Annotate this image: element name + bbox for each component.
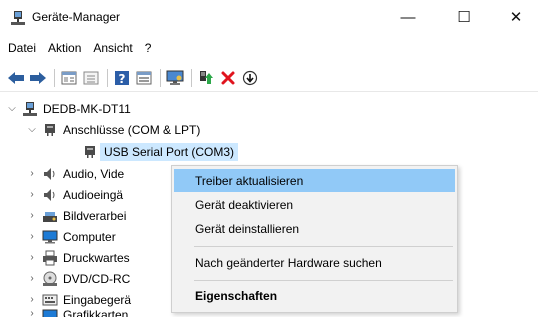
chevron-down-icon[interactable]: ⌵ [6, 103, 18, 114]
tree-item-computer[interactable]: › Computer [26, 226, 116, 247]
port-icon [42, 122, 58, 138]
menu-bar: Datei Aktion Ansicht ? [0, 38, 157, 60]
monitor-icon[interactable] [165, 68, 185, 88]
tree-item-label: USB Serial Port (COM3) [100, 142, 239, 161]
menu-separator [194, 280, 453, 281]
tree-item-usb-serial-port[interactable]: USB Serial Port (COM3) [72, 141, 239, 162]
tree-item-label: Computer [63, 229, 116, 244]
chevron-right-icon[interactable]: › [26, 231, 38, 242]
menu-datei[interactable]: Datei [0, 38, 42, 60]
display-adapter-icon [42, 308, 58, 317]
tree-item-print-queues[interactable]: › Druckwartes [26, 247, 130, 268]
toolbar-separator [160, 68, 161, 87]
tree-item-graphics[interactable]: › Grafikkarten [26, 308, 128, 317]
show-hide-tree-icon[interactable] [81, 68, 101, 88]
tree-item-label: Audio, Vide [63, 166, 125, 181]
tree-item-label: Eingabegerä [63, 292, 132, 307]
tree-item-input-devices[interactable]: › Eingabegerä [26, 289, 131, 310]
view-icon[interactable] [134, 68, 154, 88]
menu-ansicht[interactable]: Ansicht [87, 38, 138, 60]
device-manager-icon [10, 10, 26, 26]
uninstall-icon[interactable] [218, 68, 238, 88]
camera-icon [42, 208, 58, 224]
tree-item-label: Druckwartes [63, 250, 130, 265]
menu-item-scan-hardware[interactable]: Nach geänderter Hardware suchen [174, 251, 455, 274]
maximize-button[interactable]: ☐ [444, 4, 484, 30]
chevron-right-icon[interactable]: › [26, 294, 38, 305]
help-icon[interactable]: ? [112, 68, 132, 88]
toolbar-separator [107, 68, 108, 87]
properties-icon[interactable] [59, 68, 79, 88]
tree-root-label: DEDB-MK-DT11 [43, 101, 131, 116]
speaker-icon [42, 187, 58, 203]
computer-tower-icon [22, 101, 38, 117]
tree-item-label: Audioeingä [63, 187, 124, 202]
menu-separator [194, 246, 453, 247]
update-driver-icon[interactable] [196, 68, 216, 88]
tree-item-audio-input[interactable]: › Audioeingä [26, 184, 123, 205]
tree-item-label: Bildverarbei [63, 208, 127, 223]
menu-item-update-driver[interactable]: Treiber aktualisieren [174, 169, 455, 192]
window-title: Geräte-Manager [32, 10, 121, 24]
tree-root[interactable]: ⌵ DEDB-MK-DT11 [6, 98, 131, 119]
menu-item-uninstall-device[interactable]: Gerät deinstallieren [174, 217, 455, 240]
minimize-button[interactable]: — [388, 4, 428, 30]
chevron-right-icon[interactable]: › [26, 273, 38, 284]
tree-item-label: Anschlüsse (COM & LPT) [63, 122, 201, 137]
toolbar-separator [191, 68, 192, 87]
tree-item-imaging[interactable]: › Bildverarbei [26, 205, 126, 226]
menu-item-properties[interactable]: Eigenschaften [174, 284, 455, 307]
chevron-right-icon[interactable]: › [26, 189, 38, 200]
tree-item-label: DVD/CD-RC [63, 271, 131, 286]
toolbar: ? [0, 64, 538, 92]
title-bar: Geräte-Manager — ☐ ✕ [0, 0, 538, 34]
printer-icon [42, 250, 58, 266]
monitor-icon [42, 229, 58, 245]
toolbar-separator [54, 68, 55, 87]
keyboard-icon [42, 292, 58, 308]
tree-item-ports[interactable]: ⌵ Anschlüsse (COM & LPT) [26, 119, 200, 140]
chevron-right-icon[interactable]: › [26, 308, 38, 317]
tree-item-audio-video[interactable]: › Audio, Vide [26, 163, 124, 184]
context-menu: Treiber aktualisieren Gerät deaktivieren… [171, 165, 458, 313]
chevron-right-icon[interactable]: › [26, 252, 38, 263]
disc-drive-icon [42, 271, 58, 287]
chevron-down-icon[interactable]: ⌵ [26, 124, 38, 135]
close-button[interactable]: ✕ [496, 4, 536, 30]
svg-text:?: ? [119, 72, 126, 86]
menu-aktion[interactable]: Aktion [42, 38, 87, 60]
speaker-icon [42, 166, 58, 182]
forward-arrow-icon[interactable] [28, 68, 48, 88]
chevron-right-icon[interactable]: › [26, 210, 38, 221]
menu-item-disable-device[interactable]: Gerät deaktivieren [174, 193, 455, 216]
chevron-right-icon[interactable]: › [26, 168, 38, 179]
tree-item-dvd-cd[interactable]: › DVD/CD-RC [26, 268, 130, 289]
back-arrow-icon[interactable] [6, 68, 26, 88]
enable-device-icon[interactable] [240, 68, 260, 88]
menu-help[interactable]: ? [139, 38, 158, 60]
tree-item-label: Grafikkarten [63, 308, 129, 317]
port-icon [82, 144, 98, 160]
